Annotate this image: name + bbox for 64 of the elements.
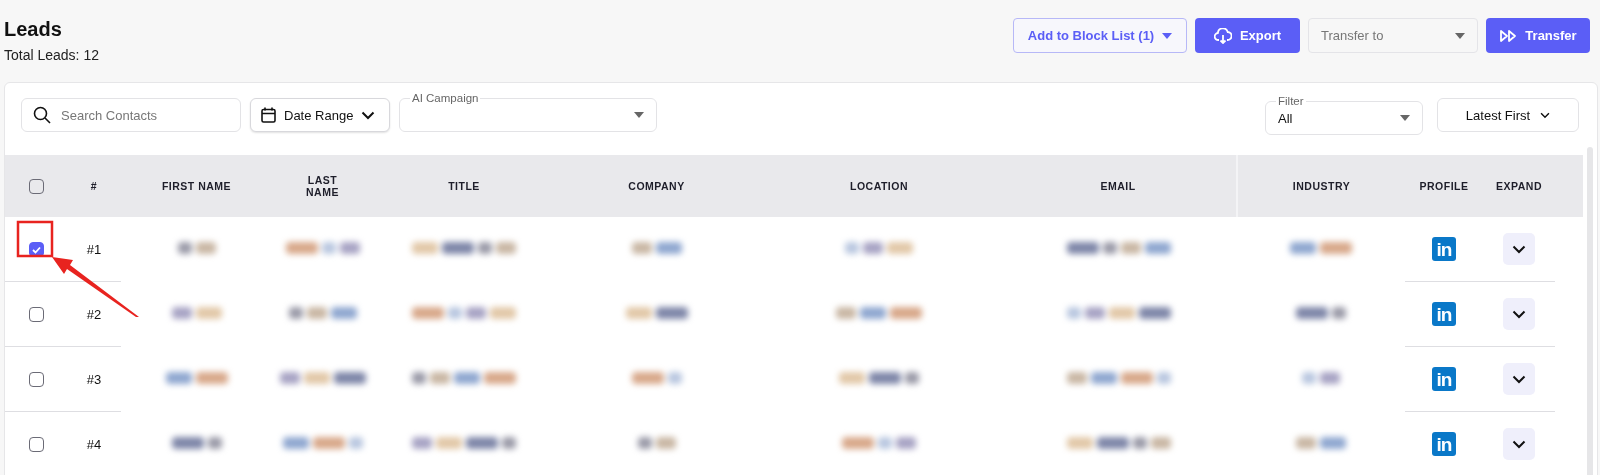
transfer-button[interactable]: Transfer: [1486, 18, 1590, 53]
column-header: COMPANY: [628, 180, 685, 192]
page-title: Leads: [4, 18, 63, 41]
blurred-text: [1302, 371, 1340, 384]
blurred-text: [637, 436, 676, 449]
row-checkbox[interactable]: [28, 437, 44, 453]
blurred-text: [171, 436, 222, 449]
blurred-text: [1296, 436, 1346, 449]
blurred-text: [165, 371, 228, 384]
date-range-button[interactable]: Date Range: [250, 98, 390, 132]
select-all-checkbox[interactable]: [28, 178, 44, 194]
block-list-button[interactable]: Add to Block List (1): [1013, 18, 1187, 53]
chevron-down-icon: [1512, 244, 1526, 254]
transfer-select[interactable]: Transfer to: [1308, 18, 1478, 53]
caret-icon: [1455, 32, 1465, 39]
blurred-text: [177, 241, 216, 254]
blurred-text: [625, 306, 688, 319]
row-number: #4: [86, 436, 102, 452]
check-icon: [31, 245, 41, 254]
row-checkbox[interactable]: [28, 372, 44, 388]
column-header: EXPAND: [1496, 180, 1542, 192]
chevron-down-icon: [361, 110, 376, 120]
row-number: #3: [86, 371, 102, 387]
calendar-icon: [261, 107, 276, 123]
expand-button[interactable]: [1503, 233, 1535, 265]
search-field[interactable]: Search Contacts: [21, 98, 241, 132]
caret-icon: [1400, 115, 1410, 121]
linkedin-link[interactable]: in: [1432, 367, 1456, 391]
chevron-down-icon: [1512, 374, 1526, 384]
blurred-text: [1290, 241, 1352, 254]
chevron-down-icon: [1512, 309, 1526, 319]
column-header: INDUSTRY: [1292, 180, 1351, 192]
linkedin-link[interactable]: in: [1432, 237, 1456, 261]
fast-forward-icon: [1499, 28, 1518, 43]
export-button[interactable]: Export: [1195, 18, 1300, 53]
blurred-text: [288, 306, 357, 319]
caret-icon: [634, 112, 644, 118]
expand-button[interactable]: [1503, 298, 1535, 330]
column-header: FIRST NAME: [161, 180, 232, 192]
row-number: #2: [86, 306, 102, 322]
column-header: LOCATION: [849, 180, 909, 192]
blurred-text: [1296, 306, 1346, 319]
blurred-text: [171, 306, 222, 319]
column-header: EMAIL: [1100, 180, 1136, 192]
chevron-down-icon: [1512, 439, 1526, 449]
row-checkbox[interactable]: [28, 307, 44, 323]
column-header: LAST NAME: [305, 174, 340, 198]
column-header: PROFILE: [1419, 180, 1469, 192]
linkedin-link[interactable]: in: [1432, 302, 1456, 326]
cloud-download-icon: [1213, 27, 1232, 44]
highlight-rectangle: [16, 220, 54, 258]
column-header: TITLE: [448, 180, 480, 192]
chevron-down-icon: [1540, 110, 1551, 120]
sort-button[interactable]: Latest First: [1437, 98, 1579, 132]
column-header: #: [90, 180, 98, 192]
expand-button[interactable]: [1503, 363, 1535, 395]
total-leads: Total Leads: 12: [4, 47, 99, 63]
caret-icon: [1162, 32, 1173, 39]
expand-button[interactable]: [1503, 428, 1535, 460]
row-number: #1: [86, 241, 102, 257]
blurred-text: [631, 371, 682, 384]
linkedin-link[interactable]: in: [1432, 432, 1456, 456]
blurred-text: [631, 241, 682, 254]
blurred-text: [845, 241, 913, 254]
